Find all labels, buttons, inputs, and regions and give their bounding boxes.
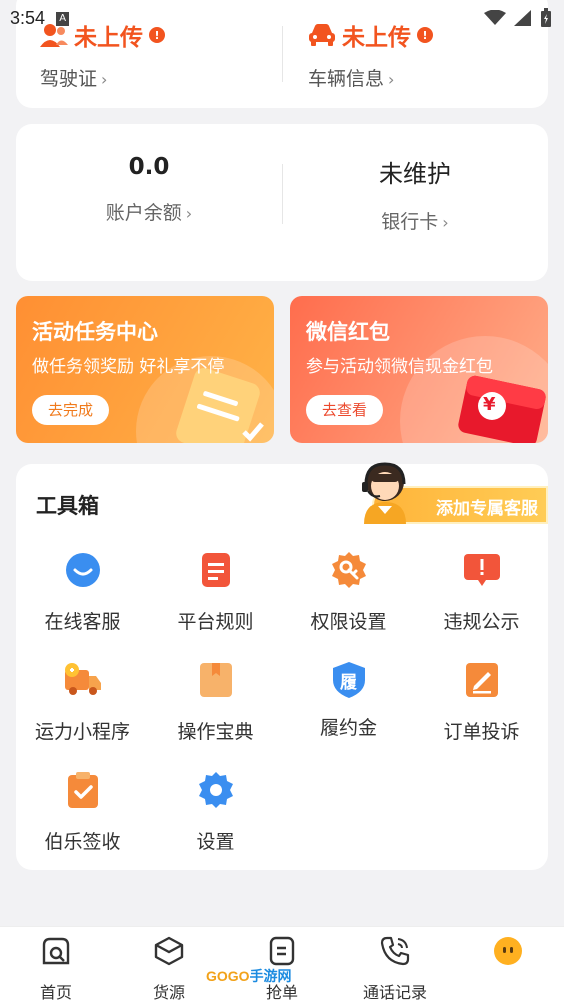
watermark-suffix: 手游网 — [249, 968, 292, 984]
tool-label: 操作宝典 — [177, 721, 254, 743]
balance-label-text: 账户余额 — [105, 202, 182, 224]
tool-label: 伯乐签收 — [44, 831, 121, 853]
alert-board-icon — [463, 554, 500, 586]
clipboard-check-icon — [67, 772, 98, 808]
tool-capacity-miniprogram[interactable]: 运力小程序 — [16, 660, 149, 744]
status-time: 3:54 — [10, 7, 46, 28]
chevron-right-icon: › — [388, 70, 395, 89]
tool-permission-settings[interactable]: 权限设置 — [282, 550, 415, 634]
coupon-tag-icon — [176, 368, 264, 443]
tool-label: 平台规则 — [177, 611, 254, 633]
tool-label: 在线客服 — [44, 611, 121, 633]
watermark: GOGO手游网 — [206, 966, 292, 986]
tool-label: 订单投诉 — [443, 721, 520, 743]
wifi-icon — [484, 10, 506, 25]
license-label: 驾驶证 › — [40, 64, 165, 91]
chevron-right-icon: › — [442, 213, 449, 232]
document-icon — [201, 553, 230, 587]
gear-icon — [198, 772, 233, 808]
bank-card-value: 未维护 — [379, 160, 451, 188]
status-left: 3:54 A — [10, 7, 70, 29]
balance-item[interactable]: 0.0 账户余额 › — [16, 154, 282, 225]
toolbox-title: 工具箱 — [36, 494, 99, 518]
tool-bole-signoff[interactable]: 伯乐签收 — [16, 770, 149, 854]
profile-face-icon — [494, 937, 522, 965]
book-icon — [199, 663, 232, 697]
nav-home[interactable]: 首页 — [0, 935, 112, 1003]
task-center-title: 活动任务中心 — [32, 320, 158, 344]
account-card: 0.0 账户余额 › 未维护 银行卡 › — [16, 124, 548, 281]
tool-order-complaint[interactable]: 订单投诉 — [415, 660, 548, 744]
tool-performance-deposit[interactable]: 履 履约金 — [282, 660, 415, 740]
tool-online-service[interactable]: 在线客服 — [16, 550, 149, 634]
bank-card-label-text: 银行卡 — [381, 211, 439, 233]
truck-icon — [64, 663, 101, 695]
edit-icon — [465, 663, 498, 697]
box-icon — [154, 936, 184, 966]
toolbox-card: 工具箱 添加专属客服 在线客服 平台规则 权限设置 违规公示 运力小程序 操作宝… — [16, 462, 548, 870]
tool-label: 违规公示 — [443, 611, 520, 633]
nav-profile[interactable] — [452, 935, 564, 979]
shield-glyph: 履 — [340, 673, 357, 693]
tool-platform-rules[interactable]: 平台规则 — [149, 550, 282, 634]
chevron-right-icon: › — [101, 70, 108, 89]
balance-value: 0.0 — [128, 154, 170, 180]
notification-icon: A — [56, 12, 70, 26]
nav-label: 通话记录 — [362, 983, 427, 1002]
vehicle-label-text: 车辆信息 — [308, 68, 385, 90]
task-complete-button[interactable]: 去完成 — [32, 395, 110, 425]
tool-label: 履约金 — [319, 717, 377, 739]
nav-label: 首页 — [39, 983, 72, 1002]
add-customer-service-label: 添加专属客服 — [436, 499, 538, 519]
license-label-text: 驾驶证 — [40, 68, 98, 90]
tool-settings[interactable]: 设置 — [149, 770, 282, 854]
task-center-banner[interactable]: 活动任务中心 做任务领奖励 好礼享不停 去完成 — [16, 296, 274, 443]
chat-bubble-icon — [65, 553, 100, 587]
watermark-brand: GOGO — [206, 968, 250, 984]
home-search-icon — [42, 937, 70, 965]
balance-label: 账户余额 › — [16, 198, 282, 225]
customer-service-avatar-icon — [362, 462, 406, 524]
task-center-subtitle: 做任务领奖励 好礼享不停 — [32, 357, 225, 377]
signal-icon — [514, 10, 531, 26]
shield-icon-wrap: 履 — [329, 660, 369, 700]
battery-icon — [541, 8, 551, 27]
vehicle-label: 车辆信息 › — [308, 64, 433, 91]
add-customer-service-button[interactable]: 添加专属客服 — [362, 462, 548, 524]
red-packet-subtitle: 参与活动领微信现金红包 — [306, 357, 493, 377]
bank-card-item[interactable]: 未维护 银行卡 › — [282, 154, 548, 234]
red-packet-view-button[interactable]: 去查看 — [306, 395, 384, 425]
phone-icon — [380, 936, 410, 966]
tool-label: 权限设置 — [310, 611, 387, 633]
red-packet-title: 微信红包 — [306, 320, 390, 344]
bottom-nav: 首页 货源 抢单 通话记录 — [0, 926, 564, 1004]
tool-label: 设置 — [196, 831, 235, 853]
order-icon — [269, 936, 295, 966]
wechat-red-packet-banner[interactable]: ¥ 微信红包 参与活动领微信现金红包 去查看 — [290, 296, 548, 443]
status-bar: 3:54 A — [0, 0, 564, 36]
yuan-glyph: ¥ — [483, 394, 496, 415]
status-right — [484, 8, 552, 28]
tool-operation-guide[interactable]: 操作宝典 — [149, 660, 282, 744]
chevron-right-icon: › — [185, 204, 193, 223]
bank-card-label: 银行卡 › — [282, 207, 548, 234]
tool-violation-notice[interactable]: 违规公示 — [415, 550, 548, 634]
key-gear-icon — [331, 552, 366, 588]
tool-label: 运力小程序 — [34, 721, 130, 743]
nav-call-log[interactable]: 通话记录 — [339, 935, 451, 1003]
